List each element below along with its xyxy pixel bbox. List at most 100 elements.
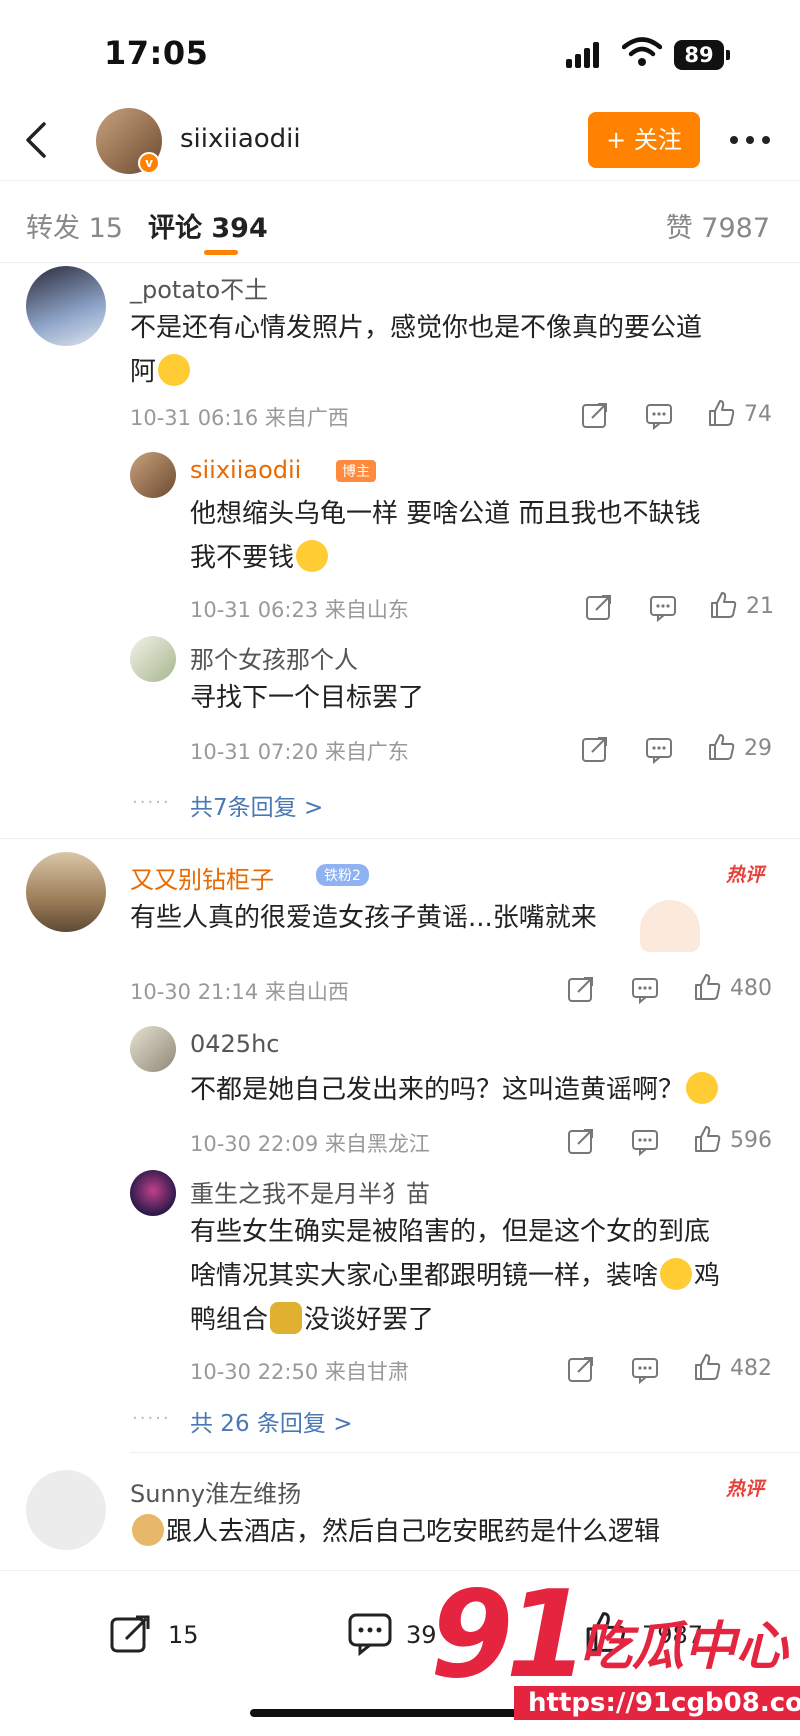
comment-text-segment: 阿 [130, 357, 157, 387]
reply-text-line: 不都是她自己发出来的吗？这叫造黄谣啊？ [190, 1068, 720, 1112]
like-count: 29 [744, 736, 772, 761]
avatar[interactable] [26, 852, 106, 932]
thinking-emoji-icon [158, 353, 191, 386]
header-divider [0, 180, 800, 181]
share-icon[interactable] [566, 1126, 596, 1156]
verified-badge-icon: v [138, 152, 160, 174]
replies-dots: ····· [132, 792, 171, 813]
status-time: 17:05 [104, 34, 209, 72]
like-icon[interactable] [706, 732, 736, 762]
reply-meta: 10-31 07:20 来自广东 [190, 740, 409, 764]
reply-author-name[interactable]: 重生之我不是月半犭苗 [190, 1174, 430, 1209]
share-icon[interactable] [580, 400, 610, 430]
tab-repost[interactable]: 转发 15 [26, 206, 123, 245]
like-icon[interactable] [692, 972, 722, 1002]
like-icon[interactable] [692, 1124, 722, 1154]
author-username[interactable]: siixiiaodii [180, 124, 301, 154]
cellular-signal-icon [566, 42, 602, 68]
tab-comments[interactable]: 评论 394 [148, 206, 268, 245]
shocked-emoji-icon [296, 539, 329, 572]
avatar[interactable] [130, 452, 176, 498]
commenter-name[interactable]: _potato不土 [130, 270, 268, 305]
comment-text-segment: 跟人去酒店，然后自己吃安眠药是什么逻辑 [166, 1517, 661, 1547]
watermark-url: https://91cgb08.com [514, 1686, 800, 1720]
sticker-icon [640, 900, 700, 952]
reply-author-name[interactable]: 那个女孩那个人 [190, 640, 358, 675]
hot-comment-tag: 热评 [726, 1478, 765, 1500]
reply-text-line: 鸭组合 没谈好罢了 [190, 1298, 434, 1342]
repost-count: 15 [168, 1621, 199, 1649]
replies-dots: ····· [132, 1408, 171, 1429]
comment-text-line: 不是还有心情发照片，感觉你也是不像真的要公道 [130, 313, 703, 343]
reply-text-segment: 鸭组合 [190, 1305, 269, 1335]
reply-icon[interactable] [630, 1126, 660, 1156]
like-count: 480 [730, 976, 772, 1001]
watermark-text: 吃瓜中心 [580, 1617, 789, 1677]
follow-button[interactable]: + 关注 [588, 112, 700, 168]
tab-likes[interactable]: 赞 7987 [666, 206, 770, 245]
like-icon[interactable] [708, 590, 738, 620]
status-bar: 17:05 89 [0, 0, 800, 100]
thread-divider [0, 838, 800, 839]
avatar[interactable] [26, 1470, 106, 1550]
battery-indicator: 89 [674, 40, 724, 70]
fan-badge: 铁粉2 [316, 864, 369, 886]
comment-meta: 10-30 21:14 来自山西 [130, 980, 349, 1004]
interaction-tabs: 转发 15 评论 394 赞 7987 [0, 192, 800, 262]
commenter-name[interactable]: Sunny淮左维扬 [130, 1474, 301, 1509]
reply-icon[interactable] [630, 1354, 660, 1384]
laughing-emoji-icon [660, 1257, 693, 1290]
reply-icon[interactable] [648, 592, 678, 622]
reply-text-line: 他想缩头乌龟一样 要啥公道 而且我也不缺钱 [190, 499, 701, 529]
money-bag-emoji-icon [270, 1301, 303, 1334]
share-icon[interactable] [580, 734, 610, 764]
reply-text-segment: 我不要钱 [190, 543, 295, 573]
avatar[interactable] [130, 1170, 176, 1216]
wifi-icon [622, 37, 662, 66]
reply-text-segment: 不都是她自己发出来的吗？这叫造黄谣啊？ [190, 1075, 685, 1105]
commenter-name[interactable]: 又又别钻柜子 [130, 860, 274, 895]
tabs-divider [0, 262, 800, 263]
view-more-replies-link[interactable]: 共 26 条回复 > [190, 1404, 352, 1438]
like-count: 74 [744, 402, 772, 427]
reply-icon[interactable] [644, 734, 674, 764]
repost-icon[interactable] [108, 1611, 154, 1657]
reply-text-segment: 没谈好罢了 [304, 1305, 435, 1335]
share-icon[interactable] [566, 974, 596, 1004]
doge-emoji-icon [132, 1513, 164, 1546]
laughing-emoji-icon [686, 1071, 719, 1104]
reply-meta: 10-30 22:50 来自甘肃 [190, 1360, 409, 1384]
share-icon[interactable] [584, 592, 614, 622]
reply-text-line: 啥情况其实大家心里都跟明镜一样，装啥 鸡 [190, 1254, 720, 1298]
reply-text-line: 寻找下一个目标罢了 [190, 683, 425, 713]
like-icon[interactable] [692, 1352, 722, 1382]
avatar[interactable] [130, 636, 176, 682]
reply-icon[interactable] [644, 400, 674, 430]
watermark-logo: 91 [430, 1566, 589, 1705]
comment-text-line: 阿 [130, 350, 192, 394]
comment-text-line: 有些人真的很爱造女孩子黄谣...张嘴就来 [130, 903, 597, 933]
like-count: 21 [746, 594, 774, 619]
avatar[interactable] [26, 266, 106, 346]
more-options-icon[interactable] [730, 136, 774, 146]
reply-meta: 10-30 22:09 来自黑龙江 [190, 1132, 430, 1156]
reply-author-name[interactable]: siixiiaodii [190, 456, 301, 484]
reply-meta: 10-31 06:23 来自山东 [190, 598, 409, 622]
reply-text-segment: 鸡 [694, 1261, 721, 1291]
reply-icon[interactable] [630, 974, 660, 1004]
like-count: 596 [730, 1128, 772, 1153]
hot-comment-tag: 热评 [726, 864, 765, 886]
like-count: 482 [730, 1356, 772, 1381]
active-tab-indicator [204, 250, 238, 255]
share-icon[interactable] [566, 1354, 596, 1384]
weibo-comments-page: 17:05 89 v siixiiaodii + 关注 转发 15 评论 394… [0, 0, 800, 1736]
battery-tip [726, 50, 730, 60]
reply-author-name[interactable]: 0425hc [190, 1030, 279, 1058]
thread-divider [130, 1452, 800, 1453]
comment-icon[interactable] [346, 1611, 394, 1657]
avatar[interactable] [130, 1026, 176, 1072]
like-icon[interactable] [706, 398, 736, 428]
view-more-replies-link[interactable]: 共7条回复 > [190, 788, 323, 822]
back-arrow-icon[interactable] [18, 118, 58, 162]
comment-text-line: 跟人去酒店，然后自己吃安眠药是什么逻辑 [130, 1510, 660, 1554]
